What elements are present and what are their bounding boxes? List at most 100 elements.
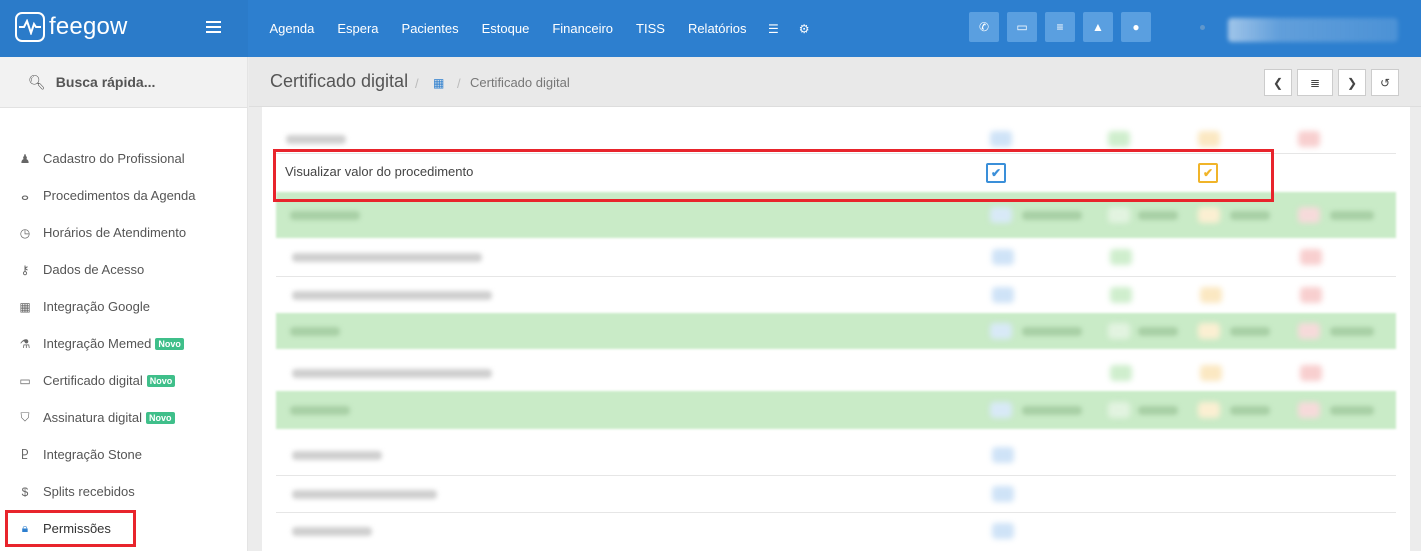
chevron-right-icon[interactable]: ❯ [1338,69,1366,96]
user-menu[interactable] [1228,18,1398,42]
blurred-text [1138,327,1178,336]
sidebar-item-label: Certificado digital [43,373,143,388]
blurred-text [290,211,360,220]
sidebar-item-memed[interactable]: ⚗ Integração Memed Novo [0,325,196,362]
blurred-text [1022,327,1082,336]
new-badge: Novo [146,411,175,424]
blurred-chip [992,287,1014,303]
sidebar-item-acesso[interactable]: ⚷ Dados de Acesso [0,251,196,288]
top-navbar: feegow Agenda Espera Pacientes Estoque F… [0,0,1421,57]
sidebar-item-label: Cadastro do Profissional [43,151,185,166]
highlight-permissoes [5,510,136,547]
blurred-text [1330,327,1374,336]
list-icon[interactable]: ≡ [1045,12,1075,42]
breadcrumb-separator: / [457,76,461,91]
blurred-text [286,135,346,144]
nav-pacientes[interactable]: Pacientes [402,21,459,36]
sidebar-item-stone[interactable]: Ⴒ Integração Stone [0,436,196,473]
sidebar-item-google[interactable]: ▦ Integração Google [0,288,196,325]
breadcrumb: Certificado digital / ▦ / Certificado di… [249,57,1421,107]
blurred-chip [1110,365,1132,381]
blurred-chip [1198,207,1220,223]
history-icon[interactable]: ↺ [1371,69,1399,96]
blurred-chip [992,486,1014,502]
blurred-chip [990,207,1012,223]
sidebar-item-label: Horários de Atendimento [43,225,187,240]
search-icon: 🔍︎ [28,73,46,90]
blurred-chip [992,447,1014,463]
blurred-text [292,253,482,262]
breadcrumb-current: Certificado digital [470,75,570,90]
gear-icon[interactable]: ⚙ [799,22,810,36]
nav-estoque[interactable]: Estoque [482,21,530,36]
dollar-icon: $ [21,484,29,499]
blurred-text [292,490,437,499]
nav-espera[interactable]: Espera [337,21,378,36]
sidebar-item-assinatura[interactable]: ⛉ Assinatura digital Novo [0,399,196,436]
status-dot [1200,25,1205,30]
sidebar-item-label: Integração Memed [43,336,152,351]
topbar-actions: ✆ ▭ ≡ ▲ ● [969,12,1159,42]
section-row [276,313,1396,349]
blurred-chip [990,402,1012,418]
breadcrumb-separator: / [415,76,419,91]
blurred-chip [1108,207,1130,223]
brand-area: feegow [0,0,248,57]
nav-agenda[interactable]: Agenda [270,21,315,36]
blurred-chip [1198,323,1220,339]
sidebar: 🔍︎ Busca rápida... ♟ Cadastro do Profissi… [0,57,248,551]
key-icon: ⚷ [20,262,30,277]
flask-icon: ⚗ [19,336,31,351]
sidebar-item-cadastro[interactable]: ♟ Cadastro do Profissional [0,140,196,177]
blurred-text [292,451,382,460]
menu-toggle-icon[interactable] [206,21,221,33]
blurred-chip [1300,249,1322,265]
sidebar-item-procedimentos[interactable]: ⴰ Procedimentos da Agenda [0,177,195,214]
nav-financeiro[interactable]: Financeiro [552,21,613,36]
blurred-chip [990,323,1012,339]
logo[interactable]: feegow [15,12,128,42]
blurred-chip [992,523,1014,539]
edit-permission-checkbox[interactable]: ✔ [1198,163,1218,183]
blurred-text [1330,211,1374,220]
grid-icon[interactable]: ▦ [433,76,444,90]
user-icon: ♟ [19,151,31,166]
database-icon[interactable]: ☰ [768,22,779,36]
nav-tiss[interactable]: TISS [636,21,665,36]
blurred-chip [1108,323,1130,339]
blurred-chip [1110,287,1132,303]
sidebar-item-certificado[interactable]: ▭ Certificado digital Novo [0,362,196,399]
list-view-icon[interactable]: ≣ [1297,69,1333,96]
chevron-left-icon[interactable]: ❮ [1264,69,1292,96]
blurred-chip [1298,402,1320,418]
blurred-text [292,369,492,378]
blurred-text [290,327,340,336]
shield-icon: ⛉ [20,410,30,424]
blurred-chip [1300,287,1322,303]
sidebar-item-label: Splits recebidos [43,484,135,499]
breadcrumb-actions: ❮ ≣ ❯ ↺ [1264,69,1404,96]
brand-name: feegow [49,13,128,40]
blurred-chip [1198,131,1220,147]
sidebar-item-label: Integração Google [43,299,150,314]
divider [276,475,1396,476]
sidebar-item-splits[interactable]: $ Splits recebidos [0,473,196,510]
chat-icon[interactable]: ● [1121,12,1151,42]
stone-icon: Ⴒ [21,447,29,462]
bell-icon[interactable]: ▲ [1083,12,1113,42]
blurred-chip [1298,131,1320,147]
quick-search[interactable]: 🔍︎ Busca rápida... [0,57,247,108]
calendar-icon: ▦ [19,299,31,314]
inbox-icon[interactable]: ▭ [1007,12,1037,42]
blurred-text [292,291,492,300]
sidebar-menu: ♟ Cadastro do Profissional ⴰ Procedimentos… [0,140,196,547]
nav-relatorios[interactable]: Relatórios [688,21,747,36]
blurred-chip [1110,249,1132,265]
blurred-chip [1298,323,1320,339]
blurred-chip [1298,207,1320,223]
sidebar-item-label: Assinatura digital [43,410,142,425]
phone-icon[interactable]: ✆ [969,12,999,42]
card-icon: ▭ [19,373,31,388]
view-permission-checkbox[interactable]: ✔ [986,163,1006,183]
sidebar-item-horarios[interactable]: ◷ Horários de Atendimento [0,214,196,251]
